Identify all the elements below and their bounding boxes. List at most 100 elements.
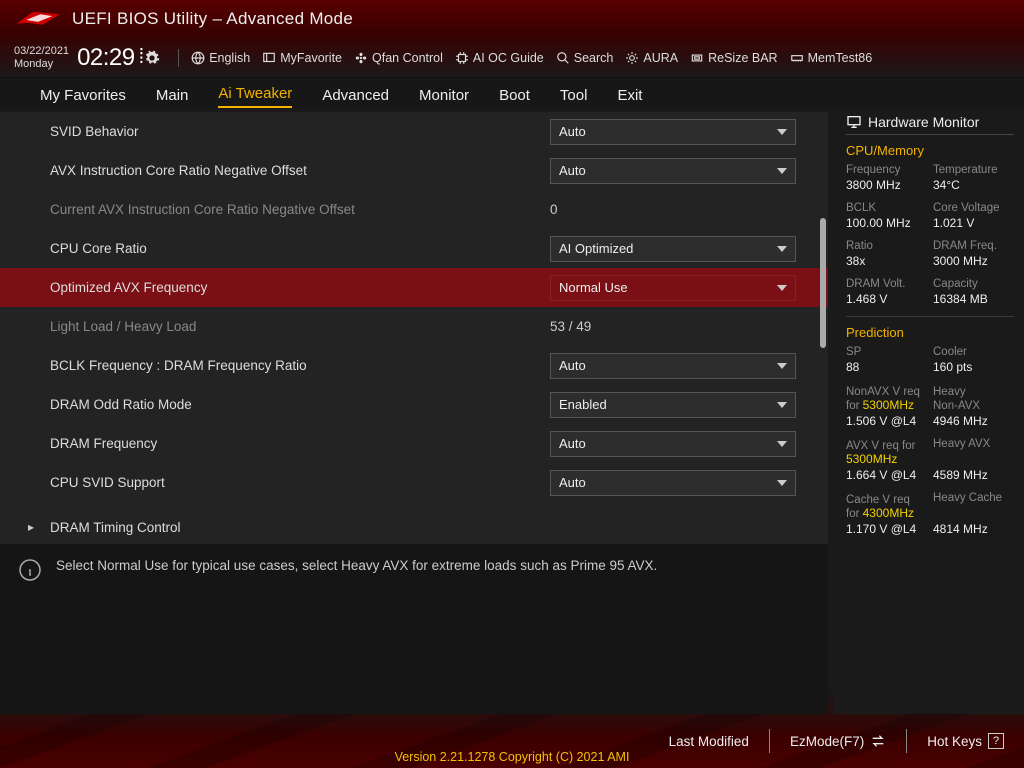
hw-nonavxv-label: NonAVX V reqfor 5300MHz [846,384,927,412]
search-button[interactable]: Search [556,51,614,65]
hw-temp-value: 34°C [933,178,1014,192]
row-cpu-svid-support[interactable]: CPU SVID Support Auto [0,463,828,502]
hotkeys-button[interactable]: Hot Keys ? [927,733,1004,749]
label-svid-behavior: SVID Behavior [50,124,550,139]
hw-nonavxv-value: 1.506 V @L4 [846,414,927,428]
settings-list: SVID Behavior Auto AVX Instruction Core … [0,112,828,538]
value-current-avx-offset: 0 [550,202,804,217]
hw-frequency-value: 3800 MHz [846,178,927,192]
page-title: UEFI BIOS Utility – Advanced Mode [72,9,353,29]
hw-heavyavx-value: 4589 MHz [933,468,1014,482]
hw-prediction-title: Prediction [846,325,1014,340]
chevron-down-icon [777,285,787,291]
resizebar-button[interactable]: ReSize BAR [690,51,777,65]
version-text: Version 2.21.1278 Copyright (C) 2021 AMI [0,750,1024,764]
label-avx-offset: AVX Instruction Core Ratio Negative Offs… [50,163,550,178]
help-text: Select Normal Use for typical use cases,… [56,558,657,573]
chevron-down-icon [777,363,787,369]
label-light-heavy: Light Load / Heavy Load [50,319,550,334]
label-current-avx-offset: Current AVX Instruction Core Ratio Negat… [50,202,550,217]
hw-heavycache-value: 4814 MHz [933,522,1014,536]
memtest-button[interactable]: MemTest86 [790,51,873,65]
tab-monitor[interactable]: Monitor [419,87,469,108]
dropdown-dram-odd-ratio[interactable]: Enabled [550,392,796,418]
hw-avxv-label: AVX V req for5300MHz [846,438,927,466]
globe-icon [191,51,205,65]
dropdown-optimized-avx-freq[interactable]: Normal Use [550,275,796,301]
dropdown-dram-frequency[interactable]: Auto [550,431,796,457]
hw-ratio-value: 38x [846,254,927,268]
tab-tool[interactable]: Tool [560,87,588,108]
ezmode-button[interactable]: EzMode(F7) [790,734,886,749]
label-optimized-avx-freq: Optimized AVX Frequency [50,280,550,295]
help-box: Select Normal Use for typical use cases,… [0,544,828,714]
row-dram-frequency[interactable]: DRAM Frequency Auto [0,424,828,463]
hw-frequency-label: Frequency [846,164,927,176]
fan-icon [354,51,368,65]
resize-icon [690,51,704,65]
last-modified-button[interactable]: Last Modified [669,734,749,749]
tab-aitweaker[interactable]: Ai Tweaker [218,85,292,108]
hw-header: Hardware Monitor [846,114,1014,135]
row-dram-timing-control[interactable]: DRAM Timing Control [0,508,828,538]
tab-boot[interactable]: Boot [499,87,530,108]
myfavorite-button[interactable]: MyFavorite [262,51,342,65]
tab-exit[interactable]: Exit [617,87,642,108]
value-light-heavy: 53 / 49 [550,319,804,334]
hw-cachev-value: 1.170 V @L4 [846,522,927,536]
search-icon [556,51,570,65]
chevron-down-icon [777,168,787,174]
main-tabs: My Favorites Main Ai Tweaker Advanced Mo… [0,78,1024,108]
hw-cachev-label: Cache V reqfor 4300MHz [846,492,927,520]
row-optimized-avx-freq[interactable]: Optimized AVX Frequency Normal Use [0,268,828,307]
clock-display: 02:29 [77,44,135,72]
label-dram-odd-ratio: DRAM Odd Ratio Mode [50,397,550,412]
tab-main[interactable]: Main [156,87,189,108]
footer: Last Modified EzMode(F7) Hot Keys ? Vers… [0,714,1024,768]
tab-favorites[interactable]: My Favorites [40,87,126,108]
date-display: 03/22/2021 Monday [14,45,69,70]
dropdown-bclk-dram-ratio[interactable]: Auto [550,353,796,379]
hw-dramv-value: 1.468 V [846,292,927,306]
hw-bclk-label: BCLK [846,202,927,214]
label-dram-timing: DRAM Timing Control [50,520,550,535]
hw-heavycache-label: Heavy Cache [933,492,1014,520]
hardware-monitor-panel: Hardware Monitor CPU/Memory Frequency Te… [834,108,1024,714]
gear-icon[interactable] [144,50,160,66]
info-icon [18,558,42,582]
hw-heavyavx-label: Heavy AVX [933,438,1014,466]
aura-button[interactable]: AURA [625,51,678,65]
row-svid-behavior[interactable]: SVID Behavior Auto [0,112,828,151]
row-light-heavy-load: Light Load / Heavy Load 53 / 49 [0,307,828,346]
settings-area: SVID Behavior Auto AVX Instruction Core … [0,112,828,714]
language-button[interactable]: English [191,51,250,65]
chevron-down-icon [777,246,787,252]
hw-cooler-label: Cooler [933,346,1014,358]
scrollbar-thumb[interactable] [820,218,826,348]
swap-icon [870,734,886,748]
top-toolbar: 03/22/2021 Monday 02:29⁞ English MyFavor… [0,38,1024,78]
row-cpu-core-ratio[interactable]: CPU Core Ratio AI Optimized [0,229,828,268]
label-cpu-core-ratio: CPU Core Ratio [50,241,550,256]
row-avx-offset[interactable]: AVX Instruction Core Ratio Negative Offs… [0,151,828,190]
chevron-down-icon [777,441,787,447]
tab-advanced[interactable]: Advanced [322,87,389,108]
chip-icon [455,51,469,65]
hw-cap-label: Capacity [933,278,1014,290]
hw-heavynonavx-label: HeavyNon-AVX [933,384,1014,412]
dropdown-cpu-core-ratio[interactable]: AI Optimized [550,236,796,262]
row-dram-odd-ratio[interactable]: DRAM Odd Ratio Mode Enabled [0,385,828,424]
qfan-button[interactable]: Qfan Control [354,51,443,65]
aioc-button[interactable]: AI OC Guide [455,51,544,65]
hw-corev-label: Core Voltage [933,202,1014,214]
date-text: 03/22/2021 [14,45,69,58]
dropdown-avx-offset[interactable]: Auto [550,158,796,184]
hw-avxv-value: 1.664 V @L4 [846,468,927,482]
dropdown-svid-behavior[interactable]: Auto [550,119,796,145]
dropdown-cpu-svid-support[interactable]: Auto [550,470,796,496]
hw-cap-value: 16384 MB [933,292,1014,306]
row-bclk-dram-ratio[interactable]: BCLK Frequency : DRAM Frequency Ratio Au… [0,346,828,385]
memory-icon [790,51,804,65]
hw-dramf-label: DRAM Freq. [933,240,1014,252]
aura-icon [625,51,639,65]
